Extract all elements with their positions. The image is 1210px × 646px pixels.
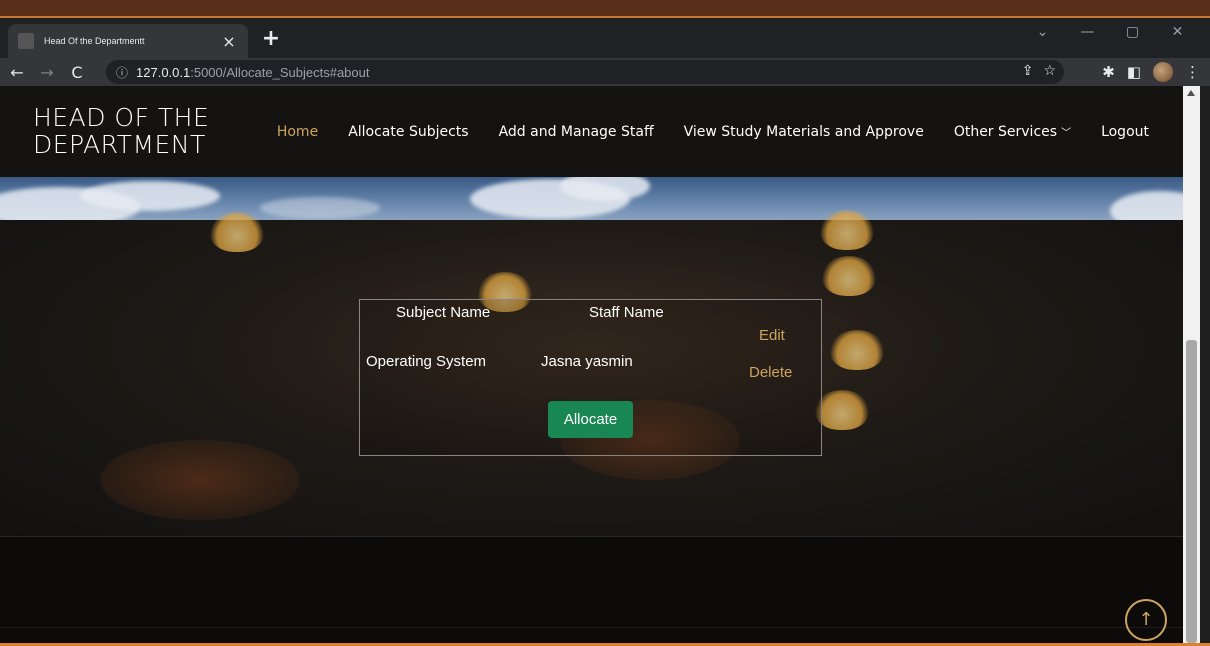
tab-close-icon[interactable]: × [220, 32, 238, 51]
favicon-icon [18, 33, 34, 49]
logo-line-2: DEPARTMENT [33, 130, 206, 159]
sky-banner [0, 177, 1183, 220]
menu-kebab-icon[interactable]: ⋮ [1185, 63, 1200, 81]
browser-toolbar: ← → C ⓘ 127.0.0.1 :5000/Allocate_Subject… [0, 58, 1210, 86]
nav-home[interactable]: Home [277, 124, 318, 140]
close-window-icon[interactable]: ✕ [1155, 24, 1200, 40]
address-bar[interactable]: ⓘ 127.0.0.1 :5000/Allocate_Subjects#abou… [106, 60, 1064, 84]
cell-staff: Jasna yasmin [541, 353, 633, 370]
back-arrow-icon[interactable]: ← [4, 63, 30, 82]
tab-search-icon[interactable]: ⌄ [1020, 24, 1065, 40]
profile-avatar[interactable] [1153, 62, 1173, 82]
header-staff-name: Staff Name [589, 304, 664, 321]
main-nav: Home Allocate Subjects Add and Manage St… [277, 124, 1149, 140]
restore-icon[interactable]: ▢ [1110, 24, 1155, 40]
nav-add-manage-staff[interactable]: Add and Manage Staff [499, 124, 654, 140]
page-scrollbar[interactable] [1183, 86, 1200, 643]
nav-allocate-subjects[interactable]: Allocate Subjects [348, 124, 468, 140]
delete-link[interactable]: Delete [749, 364, 792, 381]
nav-other-services-label: Other Services [953, 124, 1058, 140]
browser-tab[interactable]: Head Of the Departmentt × [8, 24, 248, 58]
site-logo[interactable]: HEAD OF THE DEPARTMENT [33, 104, 209, 158]
site-footer [0, 536, 1183, 643]
footer-divider [0, 627, 1183, 628]
window-controls: ⌄ — ▢ ✕ [1020, 24, 1200, 40]
minimize-icon[interactable]: — [1065, 24, 1110, 40]
url-path: :5000/Allocate_Subjects#about [190, 64, 370, 80]
new-tab-button[interactable]: + [260, 26, 282, 51]
share-icon[interactable]: ⇪ [1022, 63, 1034, 79]
nav-view-study-materials[interactable]: View Study Materials and Approve [684, 124, 924, 140]
edit-link[interactable]: Edit [759, 327, 785, 344]
bookmark-star-icon[interactable]: ☆ [1043, 63, 1056, 79]
url-host: 127.0.0.1 [136, 64, 191, 80]
header-subject-name: Subject Name [396, 304, 491, 321]
cell-subject: Operating System [366, 353, 487, 370]
extensions-puzzle-icon[interactable]: ✱ [1102, 63, 1115, 81]
desktop-top-strip [0, 0, 1210, 18]
allocate-button[interactable]: Allocate [548, 401, 633, 438]
logo-line-1: HEAD OF THE [33, 103, 210, 132]
allocation-table: Subject Name Staff Name Operating System… [359, 299, 822, 456]
window-edge [1200, 86, 1210, 643]
forward-arrow-icon[interactable]: → [34, 63, 60, 82]
scroll-up-arrow-icon[interactable] [1187, 90, 1195, 96]
side-panel-icon[interactable]: ◧ [1127, 63, 1141, 81]
site-info-icon[interactable]: ⓘ [116, 64, 128, 81]
browser-tab-bar: Head Of the Departmentt × + ⌄ — ▢ ✕ [0, 18, 1210, 58]
arrow-up-icon: ↑ [1138, 609, 1154, 630]
chevron-down-icon: ﹀ [1061, 128, 1072, 139]
nav-logout[interactable]: Logout [1101, 124, 1149, 140]
nav-other-services[interactable]: Other Services ﹀ [954, 124, 1071, 140]
reload-icon[interactable]: C [64, 63, 90, 82]
tab-title: Head Of the Departmentt [44, 36, 145, 46]
site-header: HEAD OF THE DEPARTMENT Home Allocate Sub… [0, 86, 1183, 177]
scrollbar-thumb[interactable] [1186, 340, 1197, 643]
back-to-top-button[interactable]: ↑ [1125, 599, 1167, 641]
page-viewport: HEAD OF THE DEPARTMENT Home Allocate Sub… [0, 86, 1183, 643]
